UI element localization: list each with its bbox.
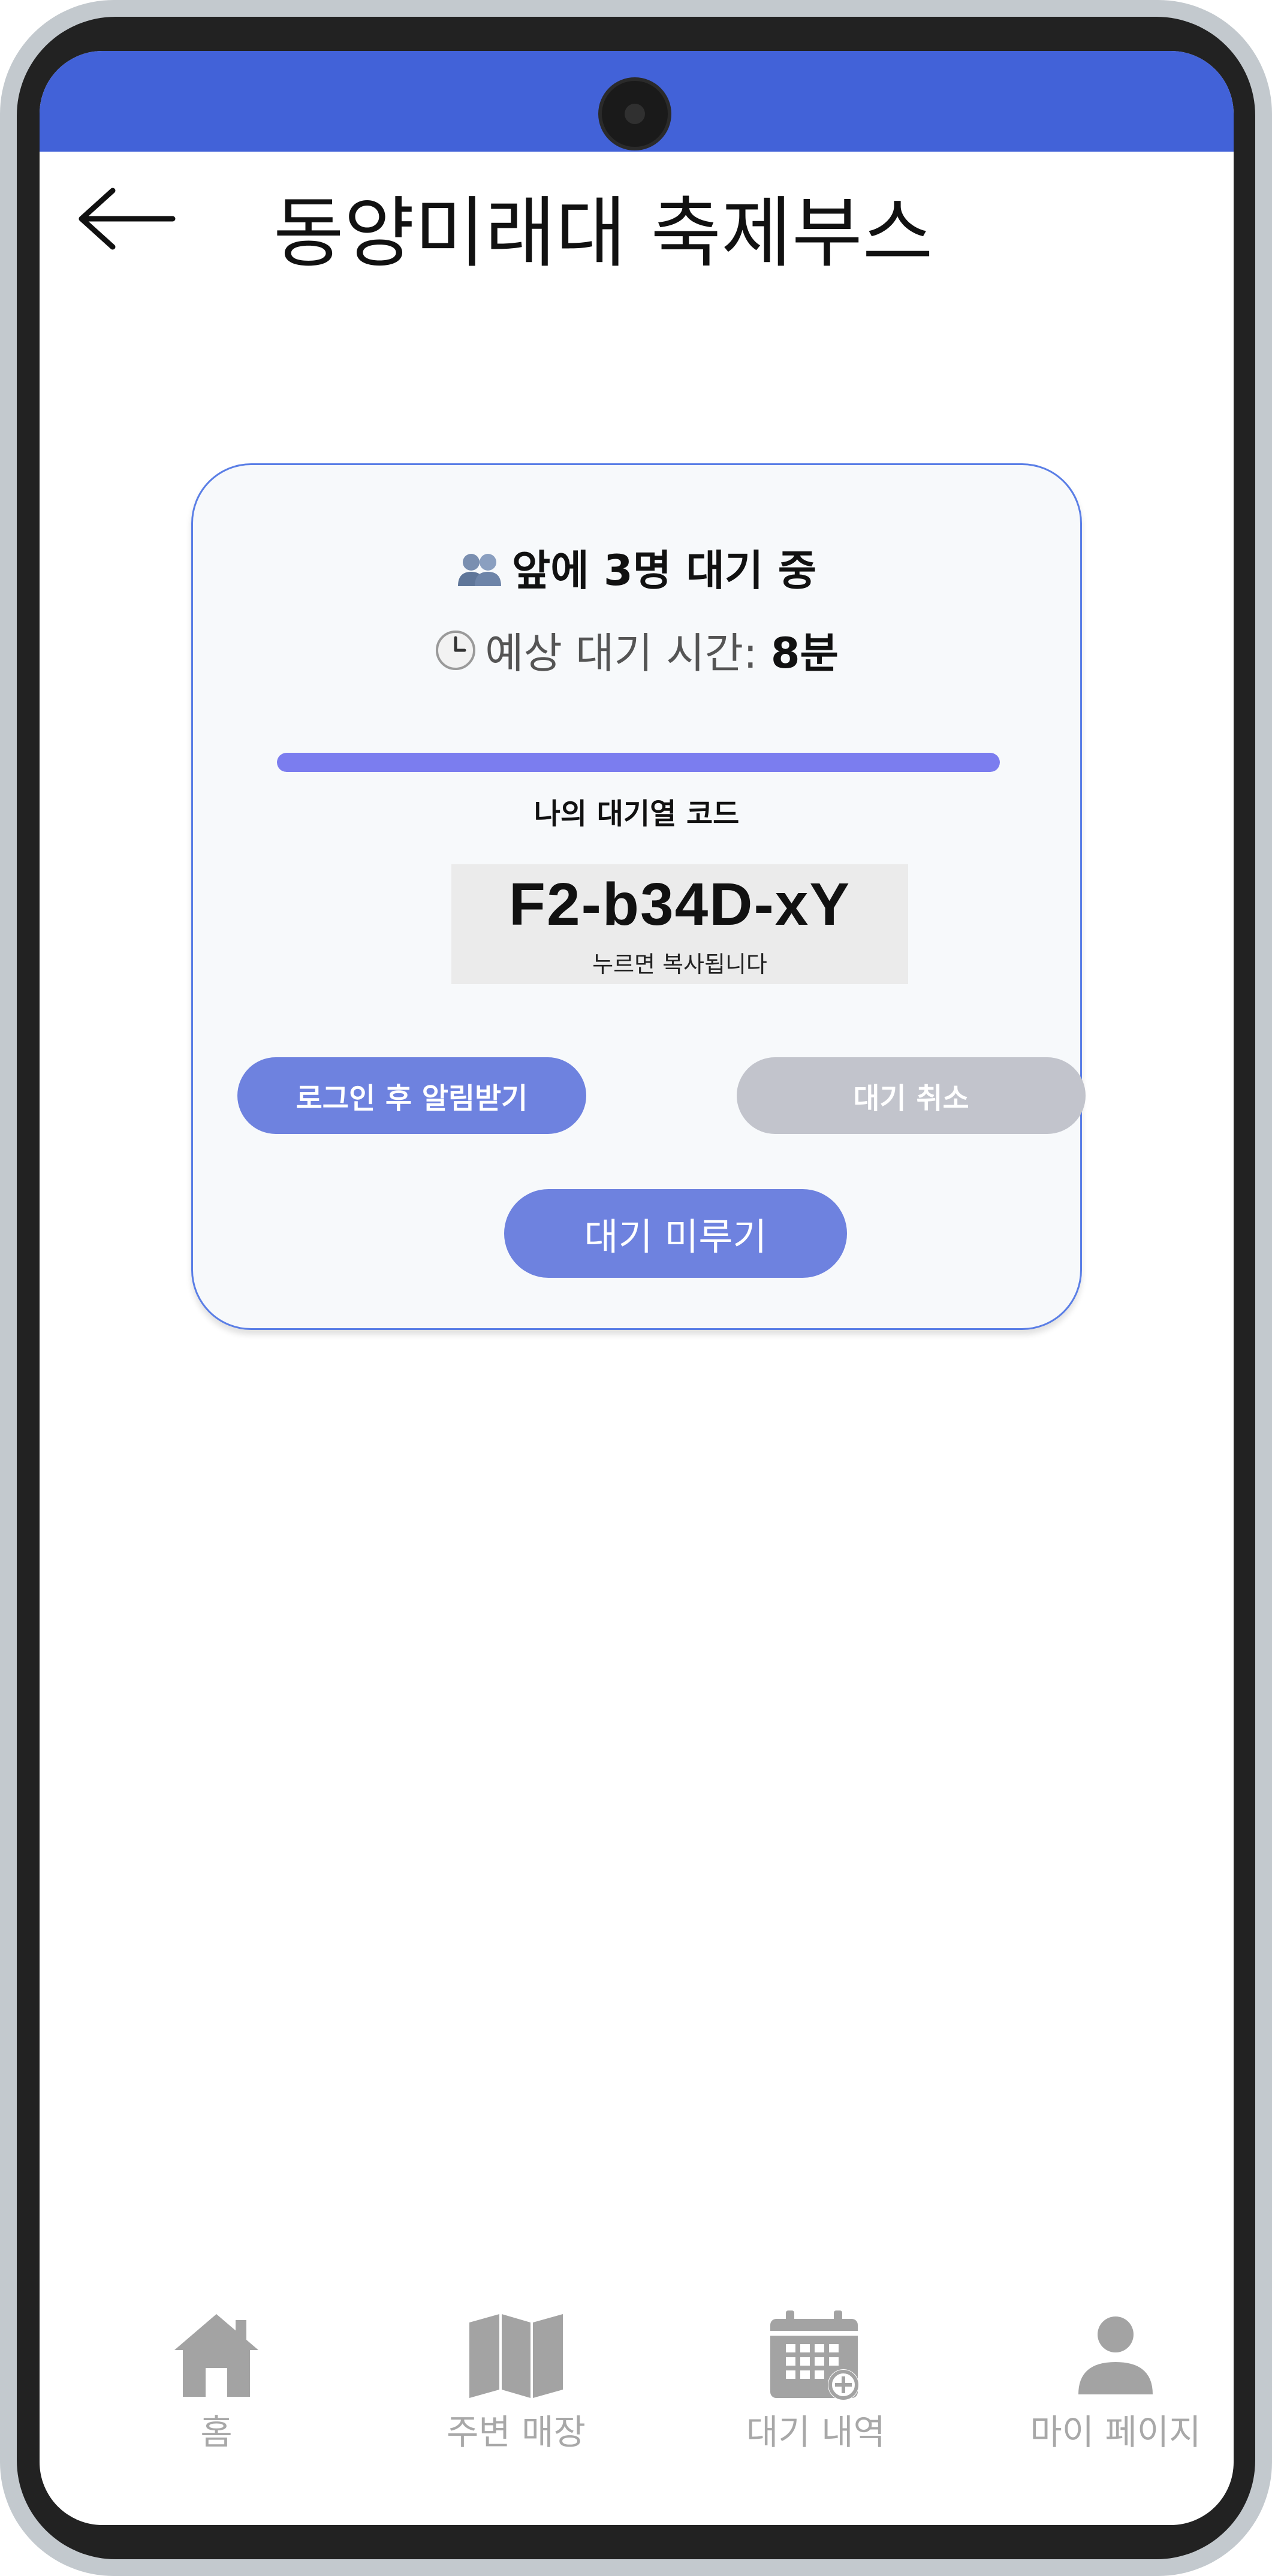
nav-item-nearby-stores[interactable]: 주변 매장 (396, 2310, 636, 2453)
postpone-wait-button[interactable]: 대기 미루기 (504, 1189, 847, 1278)
status-bar (40, 51, 1234, 152)
copy-hint: 누르면 복사됩니다 (592, 951, 767, 978)
cancel-wait-button[interactable]: 대기 취소 (737, 1057, 1086, 1134)
nav-label-nearby-stores: 주변 매장 (447, 2412, 586, 2453)
camera-icon (602, 81, 668, 147)
queue-ahead-text: 앞에 3명 대기 중 (511, 546, 817, 595)
nav-label-wait-history: 대기 내역 (746, 2412, 885, 2453)
nav-item-home[interactable]: 홈 (97, 2310, 336, 2453)
clock-icon (435, 629, 477, 681)
queue-code-copy-button[interactable]: F2-b34D-xY 누르면 복사됩니다 (451, 864, 908, 984)
person-icon (1078, 2316, 1153, 2394)
page-title: 동양미래대 축제부스 (273, 189, 933, 278)
queue-code: F2-b34D-xY (508, 871, 851, 938)
nav-label-home: 홈 (200, 2412, 233, 2453)
wait-label: 예상 대기 시간: (485, 629, 771, 678)
nav-label-my-page: 마이 페이지 (1030, 2412, 1201, 2453)
home-icon (174, 2314, 258, 2397)
back-button[interactable] (76, 186, 177, 252)
screen: 동양미래대 축제부스 앞에 3명 대기 중 예상 대기 시간: 8분 나의 대기… (40, 51, 1234, 2525)
map-icon (469, 2314, 563, 2398)
calendar-add-icon (770, 2310, 859, 2400)
arrow-left-icon (79, 188, 176, 250)
people-icon (457, 550, 502, 599)
login-notify-button[interactable]: 로그인 후 알림받기 (237, 1057, 586, 1134)
queue-code-label: 나의 대기열 코드 (533, 797, 740, 831)
queue-ahead-status: 앞에 3명 대기 중 (193, 537, 1080, 599)
bottom-nav: 홈 주변 매장 대기 내역 마이 페이지 (40, 2310, 1234, 2453)
queue-status-card: 앞에 3명 대기 중 예상 대기 시간: 8분 나의 대기열 코드 F2-b34… (191, 463, 1086, 1330)
wait-value: 8분 (770, 629, 839, 678)
nav-item-my-page[interactable]: 마이 페이지 (996, 2310, 1234, 2453)
estimated-wait: 예상 대기 시간: 8분 (193, 620, 1080, 681)
wait-progress-bar (277, 753, 1000, 772)
wait-progress-fill (277, 753, 1000, 772)
nav-item-wait-history[interactable]: 대기 내역 (696, 2310, 936, 2453)
